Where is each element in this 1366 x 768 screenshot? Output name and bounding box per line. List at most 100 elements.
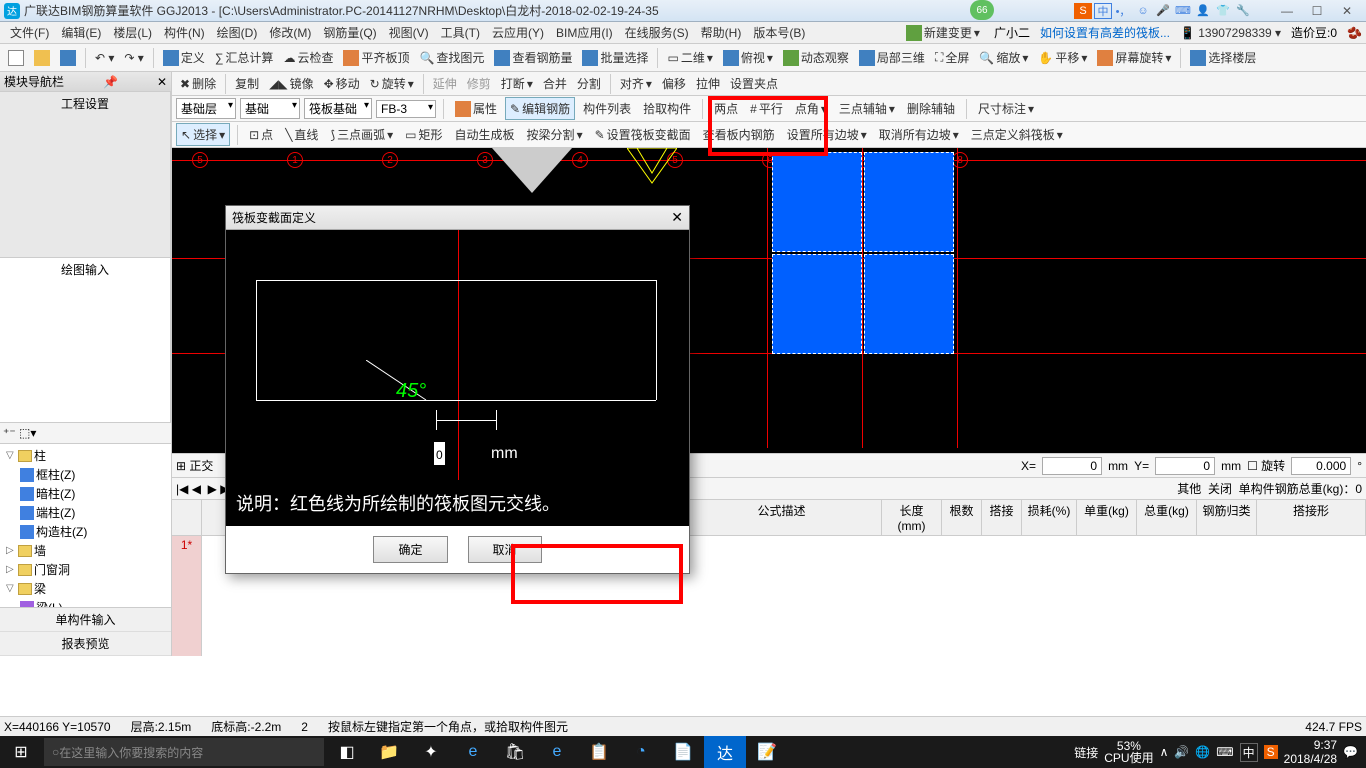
ie-icon[interactable]: e <box>536 736 578 768</box>
help-link[interactable]: 如何设置有高差的筏板... <box>1040 24 1170 41</box>
row-1[interactable]: 1* <box>172 536 202 656</box>
ime-user[interactable]: 👤 <box>1194 3 1212 19</box>
value-input[interactable]: 0 <box>434 442 445 465</box>
tray-ch[interactable]: 中 <box>1240 743 1258 762</box>
kind-select[interactable]: 筏板基础 <box>304 98 372 119</box>
tab-project[interactable]: 工程设置 <box>0 92 171 258</box>
name-select[interactable]: FB-3 <box>376 100 436 118</box>
ime-mic[interactable]: 🎤 <box>1154 3 1172 19</box>
tray-vol-icon[interactable]: 🔊 <box>1174 745 1189 759</box>
ime-punct[interactable]: •， <box>1114 3 1132 19</box>
menu-help[interactable]: 帮助(H) <box>695 22 748 43</box>
cancel-button[interactable]: 取消 <box>468 536 542 563</box>
split-button[interactable]: 分割 <box>573 73 605 94</box>
menu-view[interactable]: 视图(V) <box>383 22 435 43</box>
tree-dz[interactable]: 端柱(Z) <box>2 503 169 522</box>
tree-kz[interactable]: 框柱(Z) <box>2 465 169 484</box>
tree-mcd[interactable]: ▷门窗洞 <box>2 560 169 579</box>
app2-icon[interactable]: 📋 <box>578 736 620 768</box>
notif-icon[interactable]: 💬 <box>1343 745 1358 759</box>
nav-preview[interactable]: 报表预览 <box>0 632 171 656</box>
line-button[interactable]: ╲ 直线 <box>281 124 322 145</box>
view2d-button[interactable]: ▭ 二维 ▾ <box>663 47 716 68</box>
nav-prev[interactable]: ◀ <box>192 482 201 496</box>
parallel-button[interactable]: # 平行 <box>746 98 787 119</box>
ortho-button[interactable]: ⊞ 正交 <box>176 457 213 474</box>
nav-close-icon[interactable]: ✕ <box>157 75 167 89</box>
ime-tool[interactable]: 🔧 <box>1234 3 1252 19</box>
merge-button[interactable]: 合并 <box>539 73 571 94</box>
align-button[interactable]: 对齐 ▾ <box>616 73 656 94</box>
folder-icon[interactable]: 📁 <box>368 736 410 768</box>
edit-rebar-button[interactable]: ✎ 编辑钢筋 <box>505 97 575 120</box>
arc-button[interactable]: ⟆ 三点画弧 ▾ <box>326 124 397 145</box>
cancel-slope-button[interactable]: 取消所有边坡 ▾ <box>875 124 963 145</box>
ok-button[interactable]: 确定 <box>373 536 447 563</box>
sum-button[interactable]: ∑ 汇总计算 <box>211 47 278 68</box>
move-button[interactable]: ✥ 移动 <box>320 73 364 94</box>
two-pt-button[interactable]: 两点 <box>710 98 742 119</box>
tray-net-icon[interactable]: 🌐 <box>1195 745 1210 759</box>
three-aux-button[interactable]: 三点辅轴 ▾ <box>835 98 899 119</box>
tree-liangL[interactable]: 梁(L) <box>2 598 169 607</box>
del-button[interactable]: ✖ 删除 <box>176 73 220 94</box>
link-label[interactable]: 链接 <box>1074 744 1098 761</box>
store-icon[interactable]: 🛍 <box>494 736 536 768</box>
tab-draw[interactable]: 绘图输入 <box>0 258 171 424</box>
tray-up-icon[interactable]: ∧ <box>1160 745 1169 759</box>
redo-icon[interactable]: ↷ ▾ <box>120 49 147 67</box>
min-button[interactable]: — <box>1272 1 1302 21</box>
offset-button[interactable]: 偏移 <box>658 73 690 94</box>
type-select[interactable]: 基础 <box>240 98 300 119</box>
info-other[interactable]: 其他 <box>1177 480 1201 497</box>
auto-button[interactable]: 自动生成板 <box>451 124 519 145</box>
nav-first[interactable]: |◀ <box>176 482 188 496</box>
pick-button[interactable]: 拾取构件 <box>639 98 695 119</box>
copy-button[interactable]: 复制 <box>231 73 263 94</box>
open-icon[interactable] <box>30 48 54 68</box>
new-change-button[interactable]: 新建变更 ▾ <box>902 22 984 43</box>
batch-button[interactable]: 批量选择 <box>578 47 652 68</box>
menu-version[interactable]: 版本号(B) <box>747 22 811 43</box>
menu-rebar[interactable]: 钢筋量(Q) <box>317 22 382 43</box>
define-button[interactable]: 定义 <box>159 47 209 68</box>
menu-draw[interactable]: 绘图(D) <box>211 22 264 43</box>
select-floor-button[interactable]: 选择楼层 <box>1186 47 1260 68</box>
tree-qiang[interactable]: ▷墙 <box>2 541 169 560</box>
topview-button[interactable]: 俯视 ▾ <box>719 47 777 68</box>
search-box[interactable]: ○ 在这里输入你要搜索的内容 <box>44 738 324 766</box>
cloud-check-button[interactable]: ☁ 云检查 <box>279 47 337 68</box>
menu-floor[interactable]: 楼层(L) <box>107 22 158 43</box>
flat-button[interactable]: 平齐板顶 <box>339 47 413 68</box>
app4-icon[interactable]: 📄 <box>662 736 704 768</box>
y-input[interactable] <box>1155 457 1215 475</box>
menu-modify[interactable]: 修改(M) <box>263 22 317 43</box>
mirror-button[interactable]: ◢◣ 镜像 <box>265 73 317 94</box>
tree-liang[interactable]: ▽梁 <box>2 579 169 598</box>
point-button[interactable]: ⊡ 点 <box>245 124 277 145</box>
three-slope-button[interactable]: 三点定义斜筏板 ▾ <box>967 124 1067 145</box>
view-rebar-button[interactable]: 查看钢筋量 <box>490 47 576 68</box>
menu-component[interactable]: 构件(N) <box>158 22 211 43</box>
part3d-button[interactable]: 局部三维 <box>855 47 929 68</box>
set-section-button[interactable]: ✎ 设置筏板变截面 <box>591 124 695 145</box>
menu-tool[interactable]: 工具(T) <box>435 22 486 43</box>
menu-file[interactable]: 文件(F) <box>4 22 55 43</box>
x-input[interactable] <box>1042 457 1102 475</box>
app1-icon[interactable]: ✦ <box>410 736 452 768</box>
nav-pin-icon[interactable]: 📌 <box>103 75 118 89</box>
nav-next[interactable]: ▶ <box>208 482 217 496</box>
dynamic-button[interactable]: 动态观察 <box>779 47 853 68</box>
menu-cloud[interactable]: 云应用(Y) <box>486 22 550 43</box>
start-button[interactable]: ⊞ <box>0 736 42 768</box>
phone-label[interactable]: 📱 13907298339 ▾ <box>1180 26 1281 40</box>
app3-icon[interactable]: ◔ <box>620 736 662 768</box>
max-button[interactable]: ☐ <box>1302 1 1332 21</box>
task-view-icon[interactable]: ◧ <box>326 736 368 768</box>
ime-smile[interactable]: ☺ <box>1134 3 1152 19</box>
nav-input[interactable]: 单构件输入 <box>0 608 171 632</box>
save-icon[interactable] <box>56 48 80 68</box>
menu-online[interactable]: 在线服务(S) <box>619 22 695 43</box>
break-button[interactable]: 打断 ▾ <box>497 73 537 94</box>
new-icon[interactable] <box>4 48 28 68</box>
